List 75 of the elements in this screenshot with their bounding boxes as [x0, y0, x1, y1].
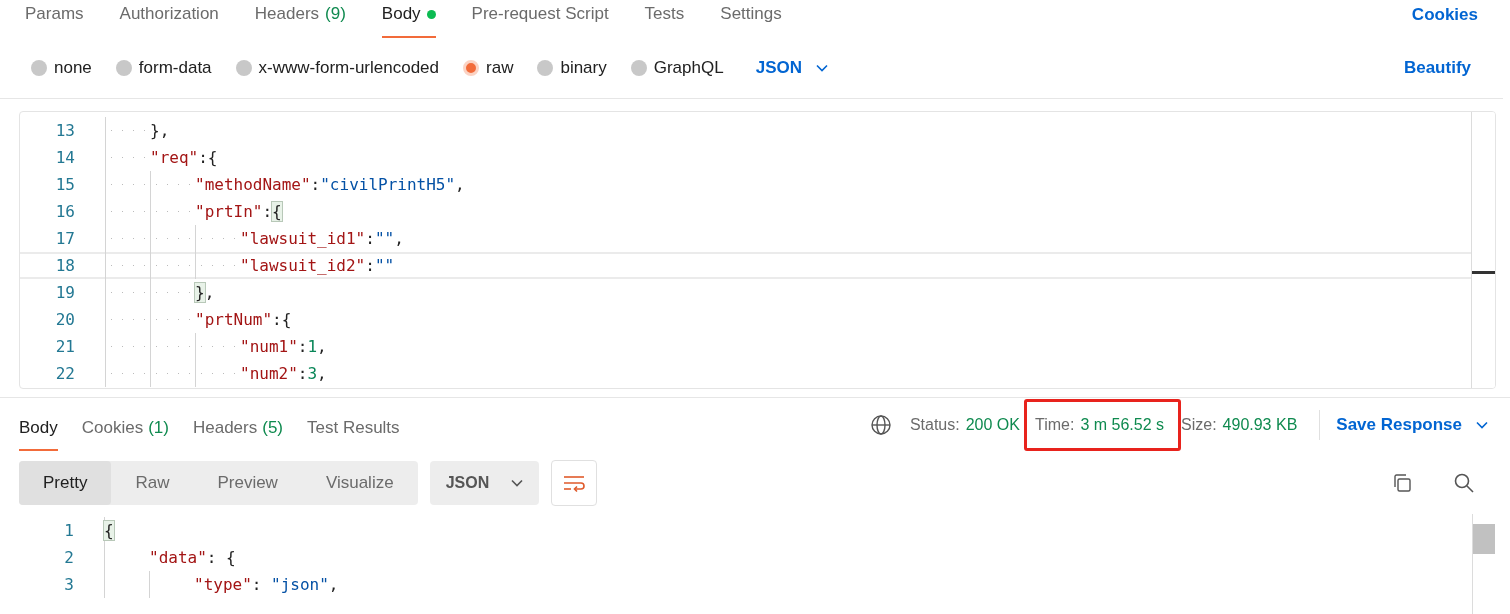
code-line: "methodName":"civilPrintH5", — [195, 174, 465, 196]
scrollbar[interactable] — [1472, 514, 1496, 614]
beautify-link[interactable]: Beautify — [1403, 58, 1471, 78]
radio-label: GraphQL — [653, 58, 724, 78]
radio-button[interactable] — [235, 60, 252, 76]
line-number: 3 — [63, 575, 75, 594]
view-mode-tab[interactable]: Pretty — [19, 461, 112, 505]
line-number: 22 — [54, 364, 76, 383]
stat-value: 490.93 KB — [1222, 416, 1298, 434]
wrap-lines-button[interactable] — [551, 460, 598, 506]
view-mode-tab[interactable]: Preview — [193, 461, 302, 505]
caret-icon — [511, 479, 524, 487]
view-mode-tab[interactable]: Visualize — [301, 461, 418, 505]
search-icon — [1453, 472, 1475, 494]
radio-label: raw — [486, 58, 514, 78]
cookies-link[interactable]: Cookies — [1411, 5, 1478, 25]
tab[interactable]: Cookies (1) — [81, 407, 169, 451]
code-line: "prtNum":{ — [195, 309, 292, 331]
copy-icon — [1391, 472, 1413, 494]
code-line: "num1":1, — [240, 336, 327, 358]
globe-icon — [869, 414, 892, 436]
stat-value: 200 OK — [965, 416, 1020, 434]
code-line: "type": "json", — [194, 574, 339, 596]
code-line: "num2":3, — [240, 363, 327, 385]
stat-label: Size: — [1181, 416, 1217, 434]
radio-button[interactable] — [463, 60, 479, 76]
caret-icon — [815, 64, 828, 72]
stat-label: Time: — [1035, 416, 1075, 434]
code-editor[interactable]: 13 }, 14 "req":{ 15 "methodName":"civilPrintH5", 16 "prtIn":{ 17 "lawsuit_id1":"", 18 "lawsuit_id2":"" 19 }, 20 "prtNum":{ 21 "num1":1, 22 "num2":3, — [19, 111, 1496, 389]
save-response-button[interactable]: Save Response — [1336, 415, 1488, 435]
line-number: 21 — [54, 337, 76, 356]
tab[interactable]: Authorization — [119, 0, 219, 38]
radio-button[interactable] — [630, 60, 647, 76]
line-number: 15 — [54, 175, 76, 194]
tab[interactable]: Settings — [720, 0, 782, 38]
stat-value: 3 m 56.52 s — [1080, 416, 1164, 434]
radio-label: none — [54, 58, 92, 78]
tab[interactable]: Headers (9) — [254, 0, 346, 38]
tab[interactable]: Params — [25, 0, 84, 38]
tab[interactable]: Body — [19, 407, 58, 451]
radio-label: x-www-form-urlencoded — [258, 58, 439, 78]
radio-button[interactable] — [31, 60, 47, 76]
code-line: "data": { — [149, 547, 236, 569]
line-number: 1 — [63, 521, 75, 540]
caret-icon — [1476, 421, 1488, 429]
view-mode-tab[interactable]: Raw — [111, 461, 194, 505]
radio-button[interactable] — [537, 60, 554, 76]
radio-label: binary — [560, 58, 607, 78]
tab[interactable]: Headers (5) — [192, 407, 283, 451]
tab[interactable]: Tests — [644, 0, 685, 38]
code-line: "prtIn":{ — [195, 201, 282, 223]
scrollbar[interactable] — [1471, 112, 1495, 388]
code-line: "lawsuit_id2":"" — [240, 255, 395, 277]
code-line: }, — [195, 282, 215, 304]
tab[interactable]: Pre-request Script — [471, 0, 609, 38]
line-number: 13 — [54, 121, 76, 140]
code-line: }, — [150, 120, 170, 142]
line-number: 16 — [54, 202, 76, 221]
line-number: 18 — [54, 256, 76, 275]
tab[interactable]: Test Results — [307, 407, 400, 451]
line-number: 2 — [63, 548, 75, 567]
radio-label: form-data — [138, 58, 212, 78]
code-line: "req":{ — [150, 147, 218, 169]
wrap-lines-icon — [562, 473, 587, 493]
format-dropdown[interactable]: JSON — [429, 461, 540, 505]
line-number: 19 — [54, 283, 76, 302]
format-dropdown[interactable]: JSON — [751, 58, 832, 78]
code-line: "lawsuit_id1":"", — [240, 228, 404, 250]
line-number: 17 — [54, 229, 76, 248]
radio-button[interactable] — [115, 60, 132, 76]
line-number: 20 — [54, 310, 76, 329]
tab[interactable]: Body — [381, 0, 436, 38]
scrollbar-thumb[interactable] — [1473, 524, 1495, 554]
stat-label: Status: — [909, 416, 960, 434]
line-number: 14 — [54, 148, 76, 167]
